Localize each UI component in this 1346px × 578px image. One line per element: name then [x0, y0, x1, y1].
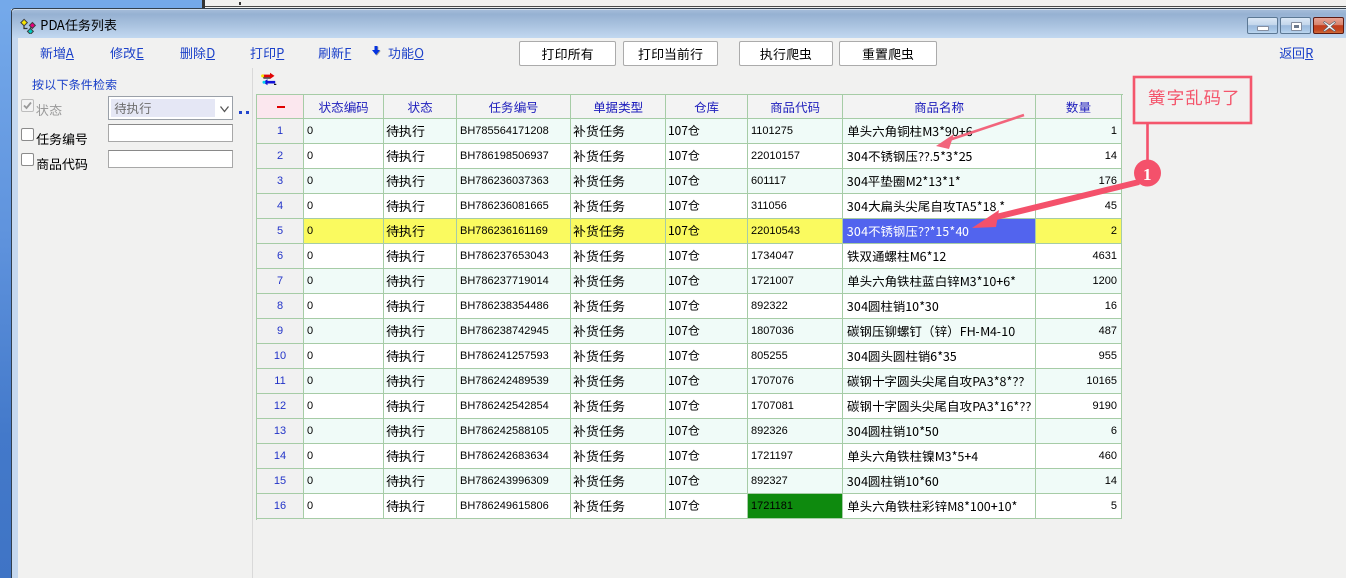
svg-text:簧字乱码了: 簧字乱码了	[1148, 85, 1241, 110]
svg-text:1: 1	[1143, 165, 1152, 184]
